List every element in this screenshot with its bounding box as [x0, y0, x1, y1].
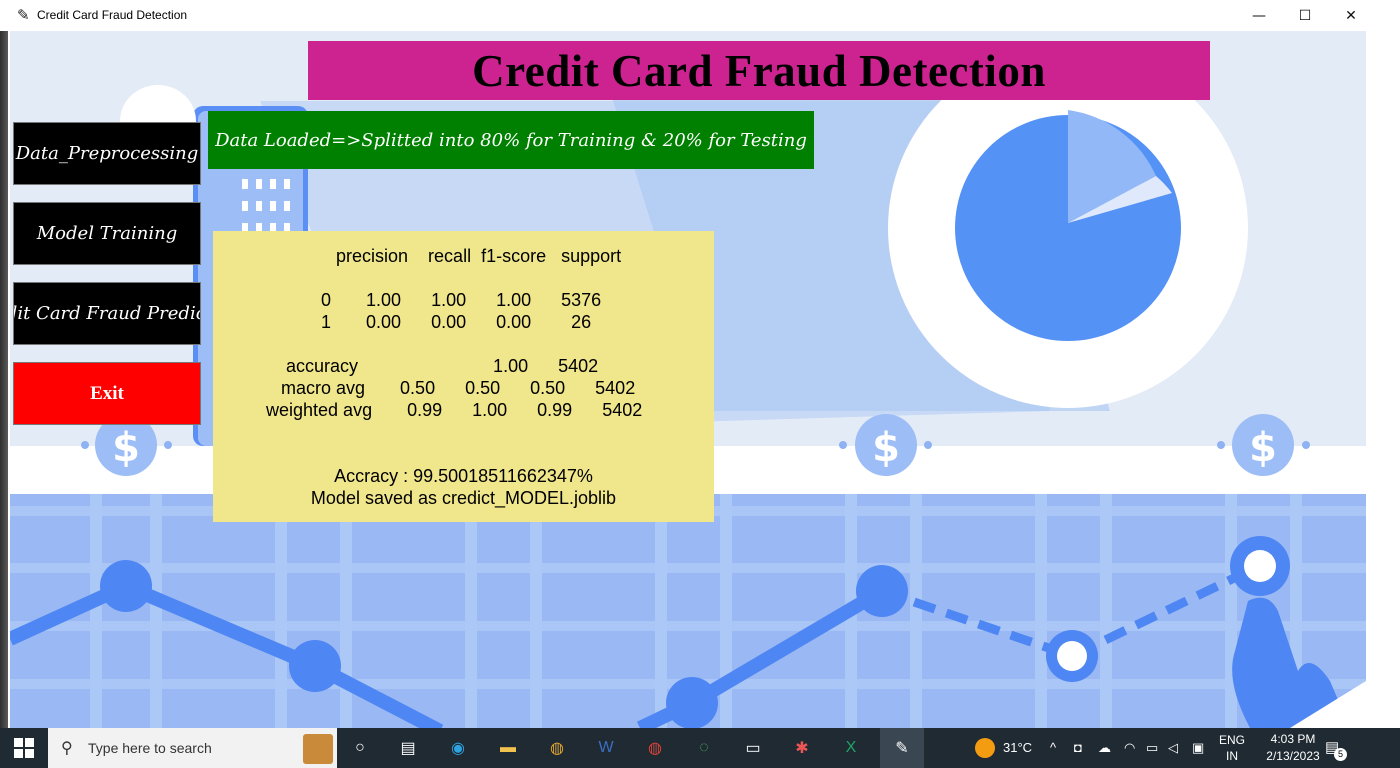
file-explorer-icon[interactable]: ▬	[494, 734, 522, 762]
terminal-icon[interactable]: ▭	[739, 734, 767, 762]
search-placeholder: Type here to search	[88, 740, 212, 756]
clock-date[interactable]: 2/13/2023	[1254, 749, 1332, 763]
word-icon[interactable]: W	[592, 734, 620, 762]
classification-report-panel: precision recall f1-score support 0 1.00…	[213, 231, 714, 522]
weather-sun-icon[interactable]	[975, 738, 995, 758]
accuracy-text: Accracy : 99.50018511662347%	[334, 466, 593, 486]
app-title: Credit Card Fraud Detection	[472, 45, 1046, 96]
svg-text:$: $	[872, 425, 900, 471]
window-titlebar: ✎ Credit Card Fraud Detection — ☐ ✕	[0, 0, 1400, 32]
model-saved-text: Model saved as credict_MODEL.joblib	[310, 488, 617, 508]
battery-icon[interactable]: ▭	[1146, 740, 1158, 756]
network-app-icon[interactable]: ✱	[788, 734, 816, 762]
window-left-edge	[0, 31, 10, 728]
volume-icon[interactable]: ◁	[1168, 740, 1178, 756]
data-preprocessing-button[interactable]: Data_Preprocessing	[13, 122, 201, 185]
window-right-edge	[1366, 31, 1400, 728]
close-button[interactable]: ✕	[1328, 0, 1374, 31]
chevron-up-icon[interactable]: ^	[1050, 740, 1056, 755]
wifi-icon[interactable]: ◠	[1124, 740, 1135, 756]
minimize-button[interactable]: —	[1236, 0, 1282, 31]
fraud-prediction-button[interactable]: Credit Card Fraud Prediction	[13, 282, 201, 345]
windows-start-icon[interactable]	[14, 738, 34, 758]
search-highlight-image	[303, 734, 333, 764]
exit-button[interactable]: Exit	[13, 362, 201, 425]
model-training-button[interactable]: Model Training	[13, 202, 201, 265]
app-canvas: $ $ $ Credit Card Fraud Detection Data L…	[10, 31, 1366, 728]
svg-text:$: $	[112, 425, 140, 471]
task-view-icon[interactable]: ○	[346, 734, 374, 762]
svg-text:$: $	[1249, 425, 1277, 471]
edge-browser-icon[interactable]: ◉	[444, 734, 472, 762]
tray-app-icon[interactable]: ◘	[1074, 740, 1082, 755]
feather-icon: ✎	[17, 6, 30, 24]
region-code[interactable]: IN	[1226, 749, 1238, 763]
fraud-prediction-label: Credit Card Fraud Prediction	[14, 303, 200, 324]
weather-temp[interactable]: 31°C	[1003, 740, 1032, 755]
classification-report: precision recall f1-score support 0 1.00…	[266, 246, 643, 420]
python-feather-icon[interactable]: ✎	[880, 728, 924, 768]
search-icon: ⚲	[61, 740, 73, 757]
input-method-icon[interactable]: ▣	[1192, 740, 1204, 756]
excel-icon[interactable]: X	[837, 734, 865, 762]
windows-taskbar: ⚲ Type here to search ○ ▤ ◉ ▬ ◍ W ◍ ◌ ▭ …	[0, 728, 1400, 768]
maximize-button[interactable]: ☐	[1282, 0, 1328, 31]
window-title: Credit Card Fraud Detection	[37, 8, 188, 22]
chrome-icon[interactable]: ◍	[543, 734, 571, 762]
status-label: Data Loaded=>Splitted into 80% for Train…	[208, 111, 814, 169]
onedrive-icon[interactable]: ☁	[1098, 740, 1111, 756]
loading-app-icon[interactable]: ◌	[690, 734, 718, 762]
taskbar-search[interactable]: ⚲ Type here to search	[48, 728, 337, 768]
language-code[interactable]: ENG	[1219, 733, 1245, 747]
clock-time[interactable]: 4:03 PM	[1260, 732, 1326, 746]
app-banner: Credit Card Fraud Detection	[308, 41, 1210, 100]
chrome-profile-icon[interactable]: ◍	[641, 734, 669, 762]
notification-count: 5	[1334, 748, 1347, 761]
widgets-icon[interactable]: ▤	[394, 734, 422, 762]
